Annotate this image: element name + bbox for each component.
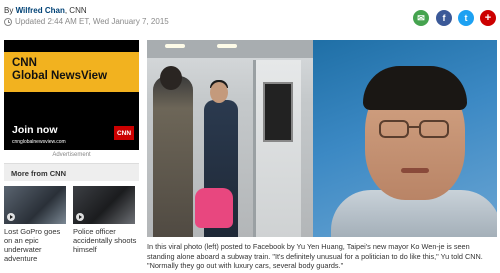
article-photo: [147, 40, 497, 237]
ad-title-line1: CNN: [12, 57, 37, 69]
byline-prefix: By: [4, 6, 14, 15]
video-thumbnail[interactable]: [4, 186, 66, 224]
twitter-icon: t: [464, 13, 468, 23]
ad-title: CNN Global NewsView: [12, 57, 107, 83]
more-from-cnn-title: More from CNN: [11, 169, 67, 178]
clock-icon: [4, 17, 12, 26]
mayor-portrait: [313, 40, 497, 237]
advertisement-banner[interactable]: CNN Global NewsView Join now cnnglobalne…: [4, 40, 139, 150]
more-share-button[interactable]: +: [480, 10, 496, 26]
plus-icon: +: [484, 12, 492, 24]
subway-photo: [147, 40, 313, 237]
twitter-share-button[interactable]: t: [458, 10, 474, 26]
play-icon: [76, 213, 84, 221]
more-from-cnn-header: More from CNN: [4, 163, 139, 181]
author-link[interactable]: Wilfred Chan: [16, 6, 65, 15]
facebook-share-button[interactable]: f: [436, 10, 452, 26]
glasses-right-lens: [419, 120, 449, 138]
updated-text: Updated 2:44 AM ET, Wed January 7, 2015: [15, 17, 169, 26]
cnn-logo: CNN: [114, 126, 134, 140]
portrait-mouth: [401, 168, 429, 173]
video-thumbnail[interactable]: [73, 186, 135, 224]
ceiling-light: [217, 44, 237, 48]
play-icon: [7, 213, 15, 221]
story-link[interactable]: Police officer accidentally shoots himse…: [73, 227, 137, 254]
byline-source: , CNN: [64, 6, 87, 15]
updated-timestamp: Updated 2:44 AM ET, Wed January 7, 2015: [4, 17, 169, 26]
ceiling-light: [165, 44, 185, 48]
train-ceiling: [147, 40, 313, 58]
pink-bag: [195, 188, 233, 228]
glasses-left-lens: [379, 120, 409, 138]
ad-title-line2: Global NewsView: [12, 70, 108, 82]
passenger-figure: [153, 76, 193, 237]
ad-url: cnnglobalnewsview.com: [12, 139, 66, 145]
photo-caption: In this viral photo (left) posted to Fac…: [147, 242, 483, 271]
byline: By Wilfred Chan, CNN: [4, 6, 87, 15]
passenger-head: [160, 66, 182, 90]
story-link[interactable]: Lost GoPro goes on an epic underwater ad…: [4, 227, 68, 263]
facebook-icon: f: [442, 13, 446, 23]
mayor-head: [210, 82, 228, 103]
ad-join-now[interactable]: Join now: [12, 124, 58, 136]
door-window: [263, 82, 293, 142]
advertisement-label: Advertisement: [52, 152, 91, 158]
portrait-hair: [363, 66, 467, 110]
email-icon: ✉: [417, 12, 425, 23]
glasses-bridge: [409, 126, 419, 128]
email-share-button[interactable]: ✉: [413, 10, 429, 26]
